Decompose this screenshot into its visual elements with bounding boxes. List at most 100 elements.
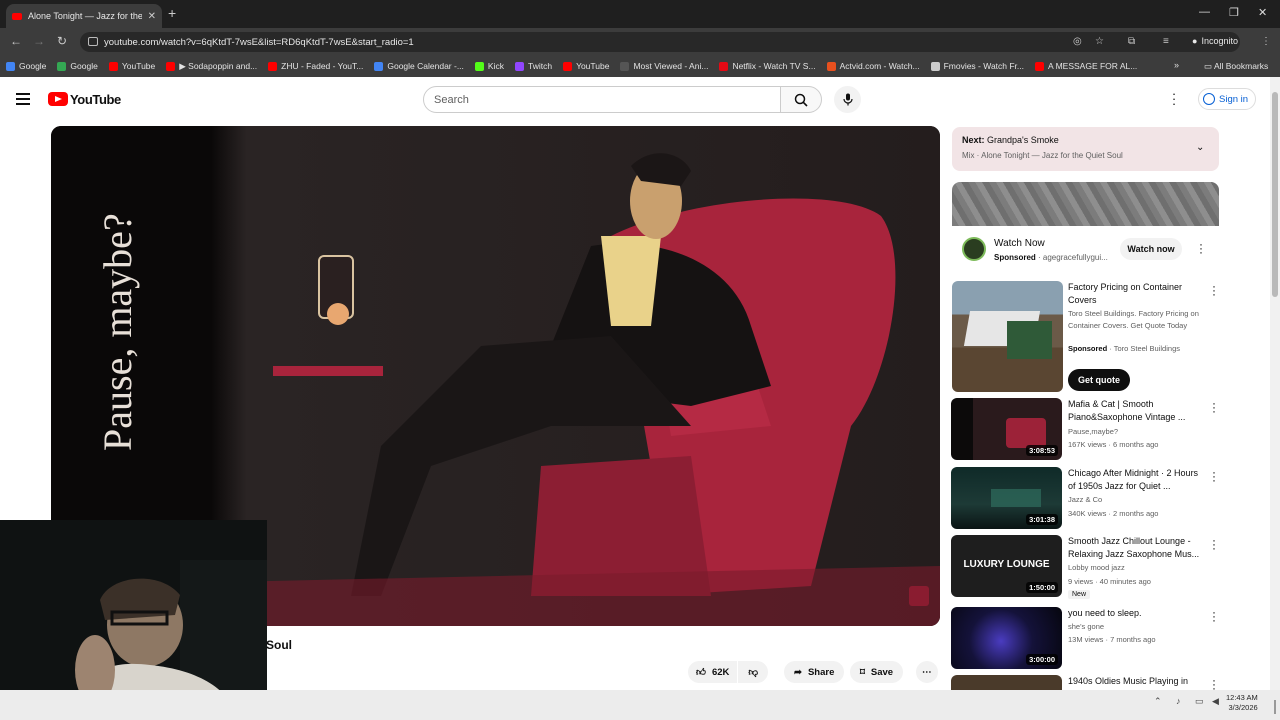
back-icon[interactable]: ← <box>10 34 22 48</box>
bookmark-item[interactable]: ▶ Sodapoppin and... <box>166 61 257 72</box>
hamburger-menu-icon[interactable] <box>16 93 30 108</box>
incognito-label: Incognito <box>1201 36 1238 46</box>
video-thumbnail-3[interactable]: LUXURY LOUNGE 1:50:00 <box>951 535 1062 597</box>
video-thumbnail-4[interactable]: 3:00:00 <box>951 607 1062 669</box>
promo-menu-icon[interactable]: · · · <box>1210 280 1218 300</box>
bookmark-favicon-icon <box>166 61 176 71</box>
bookmark-item[interactable]: Google Calendar -... <box>374 61 464 71</box>
promo-title[interactable]: Factory Pricing on Container Covers <box>1068 281 1204 307</box>
video-thumbnail-2[interactable]: 3:01:38 <box>951 467 1062 529</box>
eye-off-icon[interactable]: ◎ <box>1073 36 1082 47</box>
video-title-4[interactable]: you need to sleep. <box>1068 607 1204 620</box>
bookmark-item[interactable]: Netflix - Watch TV S... <box>719 61 816 71</box>
system-clock[interactable]: 12:43 AM 3/3/2026 <box>1226 693 1258 713</box>
volume-icon[interactable]: ◀ <box>1212 696 1219 707</box>
youtube-logo-text[interactable]: YouTube <box>70 92 121 107</box>
video-menu-icon-3[interactable]: · · · <box>1210 534 1218 554</box>
bookmark-favicon-icon <box>474 61 484 71</box>
video-title-5[interactable]: 1940s Oldies Music Playing in <box>1068 675 1204 688</box>
up-next-card[interactable]: Next: Grandpa's Smoke Mix · Alone Tonigh… <box>952 127 1219 171</box>
youtube-logo-icon[interactable] <box>48 92 68 106</box>
browser-menu-icon[interactable]: ⋮ <box>1261 36 1271 47</box>
video-title-2[interactable]: Chicago After Midnight · 2 Hours of 1950… <box>1068 467 1204 493</box>
bookmark-item[interactable]: ZHU - Faded - YouT... <box>268 61 363 71</box>
dislike-button[interactable]: 👎︎ <box>738 661 769 683</box>
more-bookmarks-icon[interactable]: » <box>1174 60 1179 70</box>
sign-in-button[interactable]: Sign in <box>1198 88 1256 110</box>
reload-icon[interactable]: ↻ <box>57 34 67 48</box>
search-button[interactable] <box>780 86 822 113</box>
close-window-icon[interactable]: ✕ <box>1258 6 1267 19</box>
bookmark-item[interactable]: Most Viewed - Ani... <box>620 61 708 71</box>
video-title-3[interactable]: Smooth Jazz Chillout Lounge - Relaxing J… <box>1068 535 1204 561</box>
folder-icon: ▭ <box>1204 61 1213 71</box>
promo-description: Toro Steel Buildings. Factory Pricing on… <box>1068 309 1199 330</box>
video-title-1[interactable]: Mafia & Cat | Smooth Piano&Saxophone Vin… <box>1068 398 1204 424</box>
extensions-icon[interactable]: ⧉ <box>1128 36 1135 47</box>
bookmark-item[interactable]: Google <box>57 61 98 71</box>
bookmark-item[interactable]: A MESSAGE FOR AL... <box>1035 61 1137 71</box>
bookmark-item[interactable]: Actvid.com - Watch... <box>826 61 920 71</box>
watch-now-button[interactable]: Watch now <box>1120 238 1182 260</box>
like-button[interactable]: 👍︎ 62K <box>688 661 738 683</box>
mic-tray-icon[interactable]: ♪ <box>1176 696 1181 706</box>
bookmark-item[interactable]: Twitch <box>514 61 552 71</box>
address-bar[interactable]: youtube.com/watch?v=6qKtdT-7wsE&list=RD6… <box>80 32 1240 52</box>
promo-sponsor-line: Sponsored · Toro Steel Buildings <box>1068 344 1180 353</box>
bookmark-item[interactable]: Google <box>6 61 46 71</box>
browser-tab[interactable]: Alone Tonight — Jazz for the Q ✕ <box>6 4 162 28</box>
bookmark-favicon-icon <box>826 61 836 71</box>
star-icon[interactable]: ☆ <box>1095 36 1104 47</box>
bookmark-favicon-icon <box>563 61 573 71</box>
bookmark-favicon-icon <box>1035 61 1045 71</box>
clock-date: 3/3/2026 <box>1228 703 1258 712</box>
tray-chevron-icon[interactable]: ⌃ <box>1154 696 1162 707</box>
minimize-icon[interactable]: — <box>1199 6 1210 18</box>
video-duration-1: 3:08:53 <box>1026 445 1058 456</box>
search-input[interactable]: Search <box>423 86 781 113</box>
bookmark-item[interactable]: Fmovies - Watch Fr... <box>930 61 1024 71</box>
video-channel-1[interactable]: Pause,maybe? <box>1068 426 1118 438</box>
more-actions-button[interactable]: ⋯ <box>916 661 938 683</box>
promo-advertiser: Toro Steel Buildings <box>1113 344 1180 353</box>
forward-icon[interactable]: → <box>33 34 45 48</box>
close-tab-icon[interactable]: ✕ <box>148 11 156 22</box>
video-channel-4[interactable]: she's gone <box>1068 621 1104 633</box>
video-channel-2[interactable]: Jazz & Co <box>1068 494 1102 506</box>
site-info-icon[interactable] <box>88 37 98 46</box>
video-menu-icon-4[interactable]: · · · <box>1210 606 1218 626</box>
bookmark-item[interactable]: Kick <box>474 61 504 71</box>
video-menu-icon-2[interactable]: · · · <box>1210 466 1218 486</box>
reading-list-icon[interactable]: ≡ <box>1163 36 1169 47</box>
settings-more-icon[interactable]: · · · <box>1170 87 1178 110</box>
new-tab-icon[interactable]: + <box>168 5 176 21</box>
taskbar <box>0 690 1280 720</box>
show-desktop[interactable] <box>1274 700 1276 714</box>
video-channel-3[interactable]: Lobby mood jazz <box>1068 562 1125 574</box>
video-menu-icon-5[interactable]: · · · <box>1210 674 1218 694</box>
scrollbar-thumb[interactable] <box>1272 92 1278 297</box>
share-button[interactable]: ➦ Share <box>784 661 845 683</box>
video-thumbnail-1[interactable]: 3:08:53 <box>951 398 1062 460</box>
ad-banner-image[interactable] <box>952 182 1219 226</box>
incognito-indicator[interactable]: ● Incognito <box>1192 36 1238 46</box>
like-count: 62K <box>711 666 730 678</box>
maximize-icon[interactable]: ❐ <box>1229 6 1239 19</box>
voice-search-button[interactable] <box>834 86 861 113</box>
bookmark-label: Google <box>70 61 98 71</box>
bookmark-favicon-icon <box>374 61 384 71</box>
chevron-down-icon[interactable]: ⌄ <box>1196 142 1204 153</box>
ad-title[interactable]: Watch Now <box>994 238 1045 249</box>
advertiser-logo[interactable] <box>962 237 986 261</box>
bookmark-item[interactable]: YouTube <box>563 61 609 71</box>
video-menu-icon-1[interactable]: · · · <box>1210 397 1218 417</box>
promo-thumbnail[interactable] <box>952 281 1063 392</box>
network-icon[interactable]: ▭ <box>1195 696 1204 707</box>
all-bookmarks[interactable]: ▭ All Bookmarks <box>1204 61 1268 72</box>
save-button[interactable]: ⌑ Save <box>850 661 904 683</box>
bookmark-item[interactable]: YouTube <box>108 61 155 71</box>
bookmark-label: A MESSAGE FOR AL... <box>1048 61 1138 71</box>
video-thumbnail-5[interactable] <box>951 675 1062 690</box>
ad-menu-icon[interactable]: · · · <box>1197 238 1205 258</box>
get-quote-button[interactable]: Get quote <box>1068 369 1130 391</box>
